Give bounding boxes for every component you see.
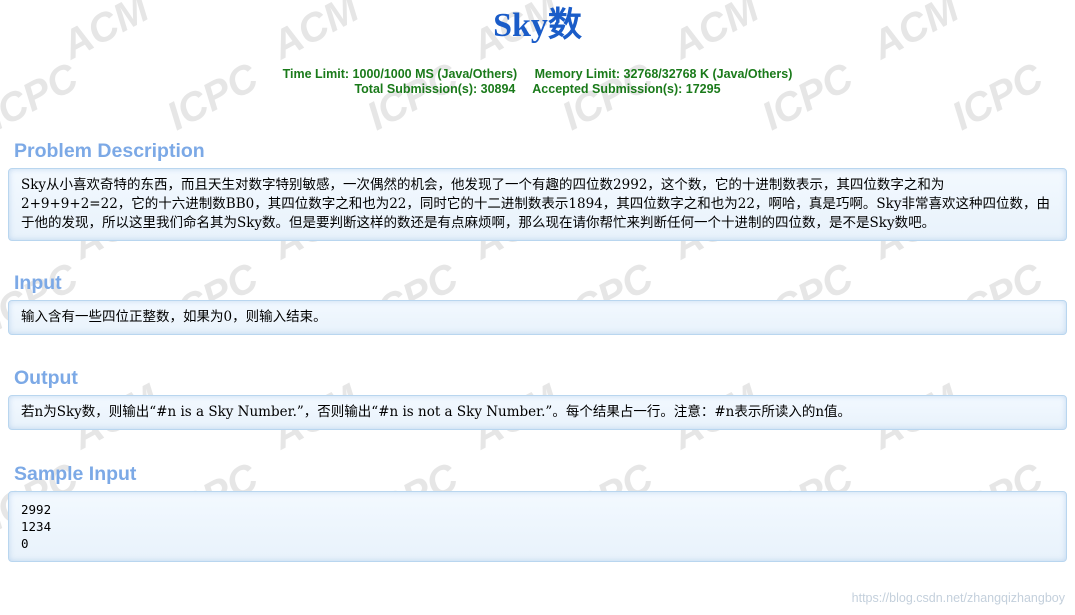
limits-info: Time Limit: 1000/1000 MS (Java/Others) M…	[0, 67, 1075, 97]
output-heading: Output	[14, 367, 78, 389]
output-panel: 若n为Sky数，则输出“#n is a Sky Number.”，否则输出“#n…	[8, 395, 1067, 430]
sample-input-panel: 2992 1234 0	[8, 491, 1067, 562]
problem-title: Sky数	[493, 7, 582, 44]
memory-limit: Memory Limit: 32768/32768 K (Java/Others…	[534, 67, 793, 81]
problem-page: Sky数 Time Limit: 1000/1000 MS (Java/Othe…	[0, 0, 1075, 562]
description-panel: Sky从小喜欢奇特的东西，而且天生对数字特别敏感，一次偶然的机会，他发现了一个有…	[8, 168, 1067, 241]
description-heading: Problem Description	[14, 140, 205, 162]
accepted-submissions: Accepted Submission(s): 17295	[532, 82, 721, 96]
credit-watermark: https://blog.csdn.net/zhangqizhangboy	[851, 591, 1065, 605]
time-limit: Time Limit: 1000/1000 MS (Java/Others)	[282, 67, 518, 81]
input-heading: Input	[14, 272, 62, 294]
sample-input-heading: Sample Input	[14, 463, 137, 485]
total-submissions: Total Submission(s): 30894	[354, 82, 516, 96]
limits-row-2: Total Submission(s): 30894 Accepted Subm…	[0, 82, 1075, 97]
input-panel: 输入含有一些四位正整数，如果为0，则输入结束。	[8, 300, 1067, 335]
limits-row-1: Time Limit: 1000/1000 MS (Java/Others) M…	[0, 67, 1075, 82]
